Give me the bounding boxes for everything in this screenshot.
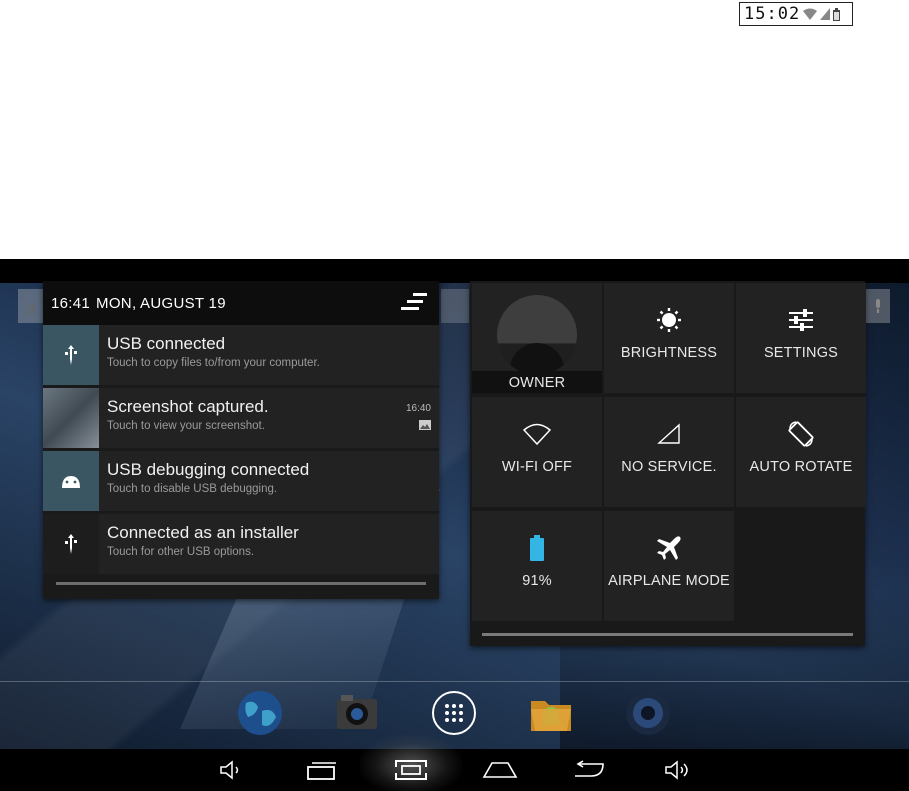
notification-subtitle: Touch to copy files to/from your compute… <box>107 357 320 369</box>
tile-auto-rotate[interactable]: AUTO ROTATE <box>736 397 866 507</box>
header-date[interactable]: MON, AUGUST 19 <box>96 295 226 312</box>
app-drawer-icon[interactable] <box>430 689 478 737</box>
status-bar-chip: 15:02 <box>739 2 853 26</box>
notification-meta: 16:40 <box>406 403 431 433</box>
notification-screenshot[interactable]: Screenshot captured. Touch to view your … <box>43 388 439 448</box>
search-bar-strip[interactable] <box>441 289 469 323</box>
file-manager-icon[interactable] <box>527 689 575 737</box>
quick-settings-scrollbar[interactable] <box>482 633 853 636</box>
settings-sliders-icon <box>789 309 813 331</box>
quick-settings-panel: OWNER BRIGHTNESS SETTINGS WI-FI OFF NO S… <box>470 281 866 646</box>
usb-icon <box>43 325 99 385</box>
rotate-icon <box>788 421 814 447</box>
tile-label: WI-FI OFF <box>501 459 573 475</box>
usb-icon <box>43 514 99 574</box>
airplane-icon <box>657 536 681 560</box>
notification-title: Screenshot captured. <box>107 397 269 416</box>
recent-apps-button[interactable] <box>300 749 344 791</box>
notification-time: 16:40 <box>405 403 431 414</box>
brightness-icon <box>657 308 681 332</box>
back-button[interactable] <box>566 749 610 791</box>
notification-usb-connected[interactable]: USB connected Touch to copy files to/fro… <box>43 325 439 385</box>
back-icon <box>575 760 604 777</box>
signal-icon <box>657 423 680 444</box>
notification-subtitle: Touch to disable USB debugging. <box>107 483 278 495</box>
tile-label: 91% <box>522 573 552 589</box>
tile-label: OWNER <box>472 371 602 393</box>
voice-search-icon[interactable] <box>866 289 890 323</box>
notification-subtitle: Touch for other USB options. <box>107 546 255 558</box>
google-search-icon[interactable]: g <box>18 289 44 323</box>
battery-full-icon <box>530 535 544 561</box>
tile-mobile-signal[interactable]: NO SERVICE. <box>604 397 734 507</box>
status-time: 15:02 <box>744 4 801 24</box>
clear-all-icon[interactable] <box>399 291 429 315</box>
notification-installer[interactable]: Connected as an installer Touch for othe… <box>43 514 439 574</box>
android-icon <box>43 451 99 511</box>
screenshot-button[interactable] <box>388 749 434 791</box>
notification-title: USB connected <box>107 334 226 353</box>
header-clock: 16:41 <box>51 294 91 312</box>
recent-apps-icon <box>307 762 336 780</box>
volume-down-icon <box>220 760 239 780</box>
tile-battery[interactable]: 91% <box>472 511 602 621</box>
dock-divider <box>0 681 909 682</box>
screenshot-thumbnail <box>43 388 99 448</box>
navigation-bar <box>0 735 909 791</box>
tile-settings[interactable]: SETTINGS <box>736 283 866 393</box>
screenshot-icon <box>395 760 427 780</box>
tile-label: BRIGHTNESS <box>620 345 718 361</box>
tile-brightness[interactable]: BRIGHTNESS <box>604 283 734 393</box>
notification-header: 16:41 MON, AUGUST 19 <box>43 281 439 325</box>
home-button[interactable] <box>478 749 522 791</box>
camera-icon[interactable] <box>333 689 381 737</box>
notification-title: Connected as an installer <box>107 523 299 542</box>
tile-label: SETTINGS <box>763 345 839 361</box>
notification-usb-debugging[interactable]: USB debugging connected Touch to disable… <box>43 451 439 511</box>
cell-signal-icon <box>820 8 831 20</box>
image-icon <box>419 420 431 430</box>
notification-subtitle: Touch to view your screenshot. <box>107 420 265 432</box>
tile-label: AUTO ROTATE <box>749 459 853 475</box>
tile-owner[interactable]: OWNER <box>472 283 602 393</box>
notification-title: USB debugging connected <box>107 460 310 479</box>
wifi-signal-icon <box>803 8 818 20</box>
notification-panel: 16:41 MON, AUGUST 19 USB connected Touch… <box>43 281 439 599</box>
volume-up-icon <box>665 760 688 780</box>
avatar <box>497 295 577 375</box>
tile-airplane[interactable]: AIRPLANE MODE <box>604 511 734 621</box>
volume-down-button[interactable] <box>210 749 254 791</box>
home-icon <box>482 762 518 778</box>
tile-label: AIRPLANE MODE <box>608 573 730 589</box>
notification-scrollbar[interactable] <box>56 582 426 585</box>
volume-up-button[interactable] <box>656 749 700 791</box>
tile-label: NO SERVICE. <box>621 459 717 475</box>
battery-icon <box>833 7 841 21</box>
tile-wifi[interactable]: WI-FI OFF <box>472 397 602 507</box>
device-screen: g 16:41 MON, AUGUST 19 USB connected Tou… <box>0 259 909 791</box>
music-speaker-icon[interactable] <box>624 689 672 737</box>
browser-globe-icon[interactable] <box>236 689 284 737</box>
wifi-icon <box>522 423 552 445</box>
